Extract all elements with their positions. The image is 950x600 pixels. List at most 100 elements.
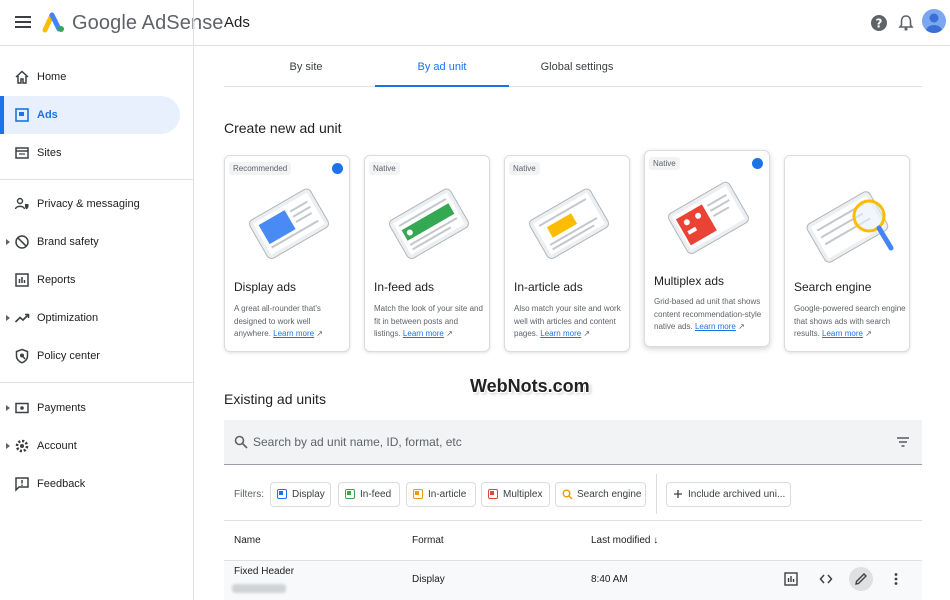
ad-unit-last-modified: 8:40 AM (591, 574, 628, 585)
sidebar-item-feedback[interactable]: Feedback (0, 465, 180, 503)
chip-label: In-feed (360, 489, 392, 500)
sidebar-item-brand-safety[interactable]: Brand safety (0, 223, 180, 261)
card-in-feed-ads[interactable]: Native In-feed ads Match the look of you… (364, 155, 490, 352)
tab-by-site[interactable]: By site (239, 47, 373, 87)
learn-more-link[interactable]: Learn more (695, 322, 736, 331)
chip-label: In-article (428, 489, 467, 500)
in-article-ads-illustration (529, 188, 609, 259)
report-button[interactable] (779, 567, 803, 591)
display-ads-illustration (249, 188, 329, 259)
filter-chip-display[interactable]: Display (270, 482, 331, 507)
chip-divider (656, 474, 657, 514)
watermark-text: WebNots.com (470, 376, 590, 396)
sidebar-divider (0, 179, 194, 180)
ad-unit-name[interactable]: Fixed Header (234, 566, 294, 577)
sidebar-item-label: Ads (37, 109, 58, 121)
search-input[interactable] (253, 432, 873, 452)
multiplex-ads-illustration (668, 181, 749, 254)
pencil-icon (855, 573, 867, 585)
card-title: In-feed ads (374, 280, 435, 294)
home-icon (15, 70, 29, 84)
card-title: Display ads (234, 280, 297, 294)
ad-unit-format: Display (412, 574, 445, 585)
expand-caret-icon (6, 315, 10, 321)
sidebar-item-account[interactable]: Account (0, 427, 180, 465)
feedback-icon (15, 477, 29, 492)
filter-chip-in-feed[interactable]: In-feed (338, 482, 400, 507)
page-title: Ads (224, 14, 250, 31)
sidebar-item-reports[interactable]: Reports (0, 261, 180, 299)
sidebar-divider (0, 382, 194, 383)
multiplex-format-icon (488, 489, 498, 499)
expand-caret-icon (6, 443, 10, 449)
learn-more-link[interactable]: Learn more (822, 329, 863, 338)
card-in-article-ads[interactable]: Native In-article ads Also match your si… (504, 155, 630, 352)
filter-list-icon[interactable] (896, 436, 910, 448)
sidebar-item-privacy[interactable]: Privacy & messaging (0, 185, 180, 223)
payments-icon (15, 402, 29, 414)
brand-safety-icon (15, 235, 29, 249)
learn-more-link[interactable]: Learn more (273, 329, 314, 338)
search-icon (234, 435, 248, 449)
sidebar-item-label: Account (37, 440, 77, 452)
card-badge: Native (369, 162, 400, 175)
card-display-ads[interactable]: Recommended Display ads A great all-roun… (224, 155, 350, 352)
card-title: Multiplex ads (654, 274, 725, 288)
bolt-icon (752, 158, 763, 169)
in-article-format-icon (413, 489, 423, 499)
column-header-last-modified[interactable]: Last modified ↓ (591, 535, 658, 546)
tab-by-ad-unit[interactable]: By ad unit (375, 47, 509, 87)
card-description: Grid-based ad unit that shows content re… (654, 297, 762, 331)
main-menu-button[interactable] (14, 13, 32, 31)
expand-caret-icon (6, 239, 10, 245)
card-description: Also match your site and work well with … (514, 304, 621, 338)
search-engine-format-icon (562, 489, 573, 500)
filter-chip-in-article[interactable]: In-article (406, 482, 476, 507)
filter-chip-multiplex[interactable]: Multiplex (481, 482, 550, 507)
account-settings-icon (15, 439, 29, 453)
sidebar-item-sites[interactable]: Sites (0, 134, 180, 172)
display-format-icon (277, 489, 287, 499)
existing-section-title: Existing ad units (224, 391, 326, 407)
sites-icon (15, 147, 29, 159)
brand-name: Google AdSense (72, 12, 224, 34)
card-description: Match the look of your site and fit in b… (374, 304, 483, 338)
sidebar-item-label: Brand safety (37, 236, 99, 248)
ad-unit-search-bar (224, 420, 922, 465)
card-multiplex-ads[interactable]: Native Multiplex ads Grid-based ad unit … (644, 150, 770, 347)
chip-label: Include archived uni... (688, 489, 786, 500)
view-tabs: By site By ad unit Global settings (224, 47, 922, 87)
sidebar-item-label: Sites (37, 147, 62, 159)
reports-icon (15, 273, 29, 287)
notifications-bell-icon[interactable] (896, 13, 916, 33)
sidebar-item-ads[interactable]: Ads (0, 96, 180, 134)
user-avatar[interactable] (922, 9, 946, 33)
column-header-format[interactable]: Format (412, 535, 444, 546)
tab-global-settings[interactable]: Global settings (510, 47, 644, 87)
sidebar-item-optimization[interactable]: Optimization (0, 299, 180, 337)
card-search-engine[interactable]: Search engine Google-powered search engi… (784, 155, 910, 352)
chip-label: Search engine (577, 489, 642, 500)
edit-button[interactable] (849, 567, 873, 591)
card-badge: Native (509, 162, 540, 175)
create-section-title: Create new ad unit (224, 120, 342, 136)
svg-text:?: ? (876, 17, 883, 31)
sidebar-item-payments[interactable]: Payments (0, 389, 180, 427)
help-icon[interactable]: ? (869, 13, 889, 33)
card-badge: Recommended (229, 162, 292, 175)
get-code-button[interactable] (814, 567, 838, 591)
chip-label: Display (292, 489, 325, 500)
in-feed-ads-illustration (389, 188, 469, 259)
filters-label: Filters: (234, 489, 264, 500)
filter-chip-search-engine[interactable]: Search engine (555, 482, 646, 507)
learn-more-link[interactable]: Learn more (403, 329, 444, 338)
sidebar-item-policy-center[interactable]: Policy center (0, 337, 180, 375)
sidebar-item-home[interactable]: Home (0, 58, 180, 96)
more-vert-icon (894, 573, 898, 585)
privacy-icon (14, 197, 29, 210)
card-description: A great all-rounder that's designed to w… (234, 304, 324, 338)
filter-chip-include-archived[interactable]: Include archived uni... (666, 482, 791, 507)
learn-more-link[interactable]: Learn more (540, 329, 581, 338)
column-header-name[interactable]: Name (234, 535, 261, 546)
more-options-button[interactable] (884, 567, 908, 591)
